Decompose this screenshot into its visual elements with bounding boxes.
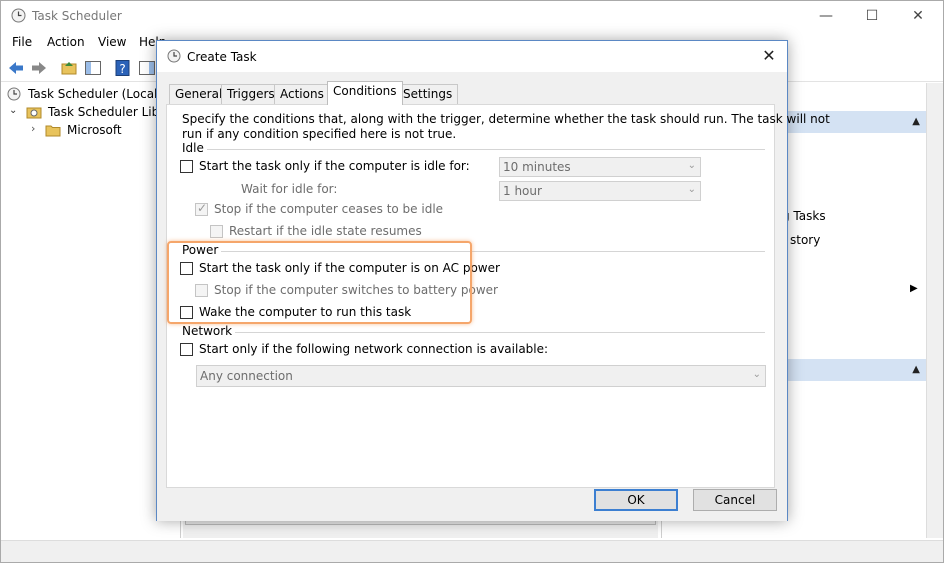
power-highlight-annotation <box>167 241 472 324</box>
tree-item-root-label: Task Scheduler (Local) <box>28 87 163 101</box>
folder-clock-icon <box>26 105 42 122</box>
description-line-1: Specify the conditions that, along with … <box>182 112 830 126</box>
tab-settings[interactable]: Settings <box>397 84 459 104</box>
minimize-button[interactable]: — <box>803 1 849 32</box>
window-title: Task Scheduler <box>32 9 122 23</box>
clock-icon <box>11 8 26 26</box>
tab-triggers[interactable]: Triggers <box>221 84 281 104</box>
action-item-running-tasks[interactable]: g Tasks <box>782 209 826 223</box>
wait-idle-label: Wait for idle for: <box>241 182 338 196</box>
description-line-2: run if any condition specified here is n… <box>182 127 457 141</box>
tab-conditions[interactable]: Conditions <box>327 81 403 105</box>
show-action-pane-icon[interactable] <box>138 59 156 77</box>
network-connection-value: Any connection <box>200 369 293 383</box>
title-bar: Task Scheduler — ☐ ✕ <box>1 1 943 32</box>
tab-actions[interactable]: Actions <box>274 84 330 104</box>
stop-idle-label[interactable]: Stop if the computer ceases to be idle <box>214 202 443 216</box>
help-icon[interactable]: ? <box>114 59 132 77</box>
up-folder-icon[interactable] <box>60 59 78 77</box>
dialog-title: Create Task <box>187 50 257 64</box>
menu-file[interactable]: File <box>12 35 32 49</box>
tab-general[interactable]: General <box>169 84 229 104</box>
clock-icon <box>7 87 21 104</box>
menu-view[interactable]: View <box>98 35 126 49</box>
network-label[interactable]: Start only if the following network conn… <box>199 342 548 356</box>
idle-group-label: Idle <box>182 141 207 155</box>
status-bar <box>1 540 943 562</box>
menu-action[interactable]: Action <box>47 35 85 49</box>
idle-duration-combo[interactable]: 10 minutes ⌄ <box>499 157 701 177</box>
actions-scrollbar[interactable] <box>926 83 943 538</box>
show-hide-tree-icon[interactable] <box>84 59 102 77</box>
chevron-down-icon: ⌄ <box>687 160 696 171</box>
dialog-title-bar: Create Task ✕ <box>157 41 787 72</box>
collapse-up-icon[interactable]: ▲ <box>912 364 920 375</box>
network-connection-combo[interactable]: Any connection ⌄ <box>196 365 766 387</box>
ok-button[interactable]: OK <box>594 489 678 511</box>
folder-icon <box>45 123 61 140</box>
restart-idle-checkbox[interactable] <box>210 225 223 238</box>
navigation-tree: Task Scheduler (Local) ⌄ Task Scheduler … <box>1 83 181 538</box>
chevron-right-icon[interactable]: › <box>31 122 35 135</box>
submenu-arrow-icon[interactable]: ▶ <box>910 283 918 294</box>
maximize-button[interactable]: ☐ <box>849 1 895 32</box>
tree-item-microsoft-label: Microsoft <box>67 123 122 137</box>
chevron-down-icon: ⌄ <box>752 369 761 380</box>
close-button[interactable]: ✕ <box>895 1 941 32</box>
svg-text:?: ? <box>119 62 125 76</box>
wait-duration-combo[interactable]: 1 hour ⌄ <box>499 181 701 201</box>
chevron-down-icon: ⌄ <box>687 184 696 195</box>
action-item-history[interactable]: story <box>790 233 820 247</box>
idle-group-divider <box>185 149 765 150</box>
network-group-label: Network <box>182 324 236 338</box>
collapse-up-icon[interactable]: ▲ <box>912 116 920 127</box>
restart-idle-label[interactable]: Restart if the idle state resumes <box>229 224 422 238</box>
wait-duration-value: 1 hour <box>503 184 542 198</box>
forward-arrow-icon[interactable] <box>30 59 48 77</box>
network-checkbox[interactable] <box>180 343 193 356</box>
start-idle-checkbox[interactable] <box>180 160 193 173</box>
start-idle-label[interactable]: Start the task only if the computer is i… <box>199 159 470 173</box>
network-group-divider <box>185 332 765 333</box>
clock-icon <box>167 49 181 66</box>
chevron-down-icon[interactable]: ⌄ <box>9 105 17 116</box>
dialog-close-button[interactable]: ✕ <box>757 45 781 69</box>
stop-idle-checkbox[interactable] <box>195 201 208 216</box>
cancel-button[interactable]: Cancel <box>693 489 777 511</box>
idle-duration-value: 10 minutes <box>503 160 571 174</box>
back-arrow-icon[interactable] <box>7 59 25 77</box>
